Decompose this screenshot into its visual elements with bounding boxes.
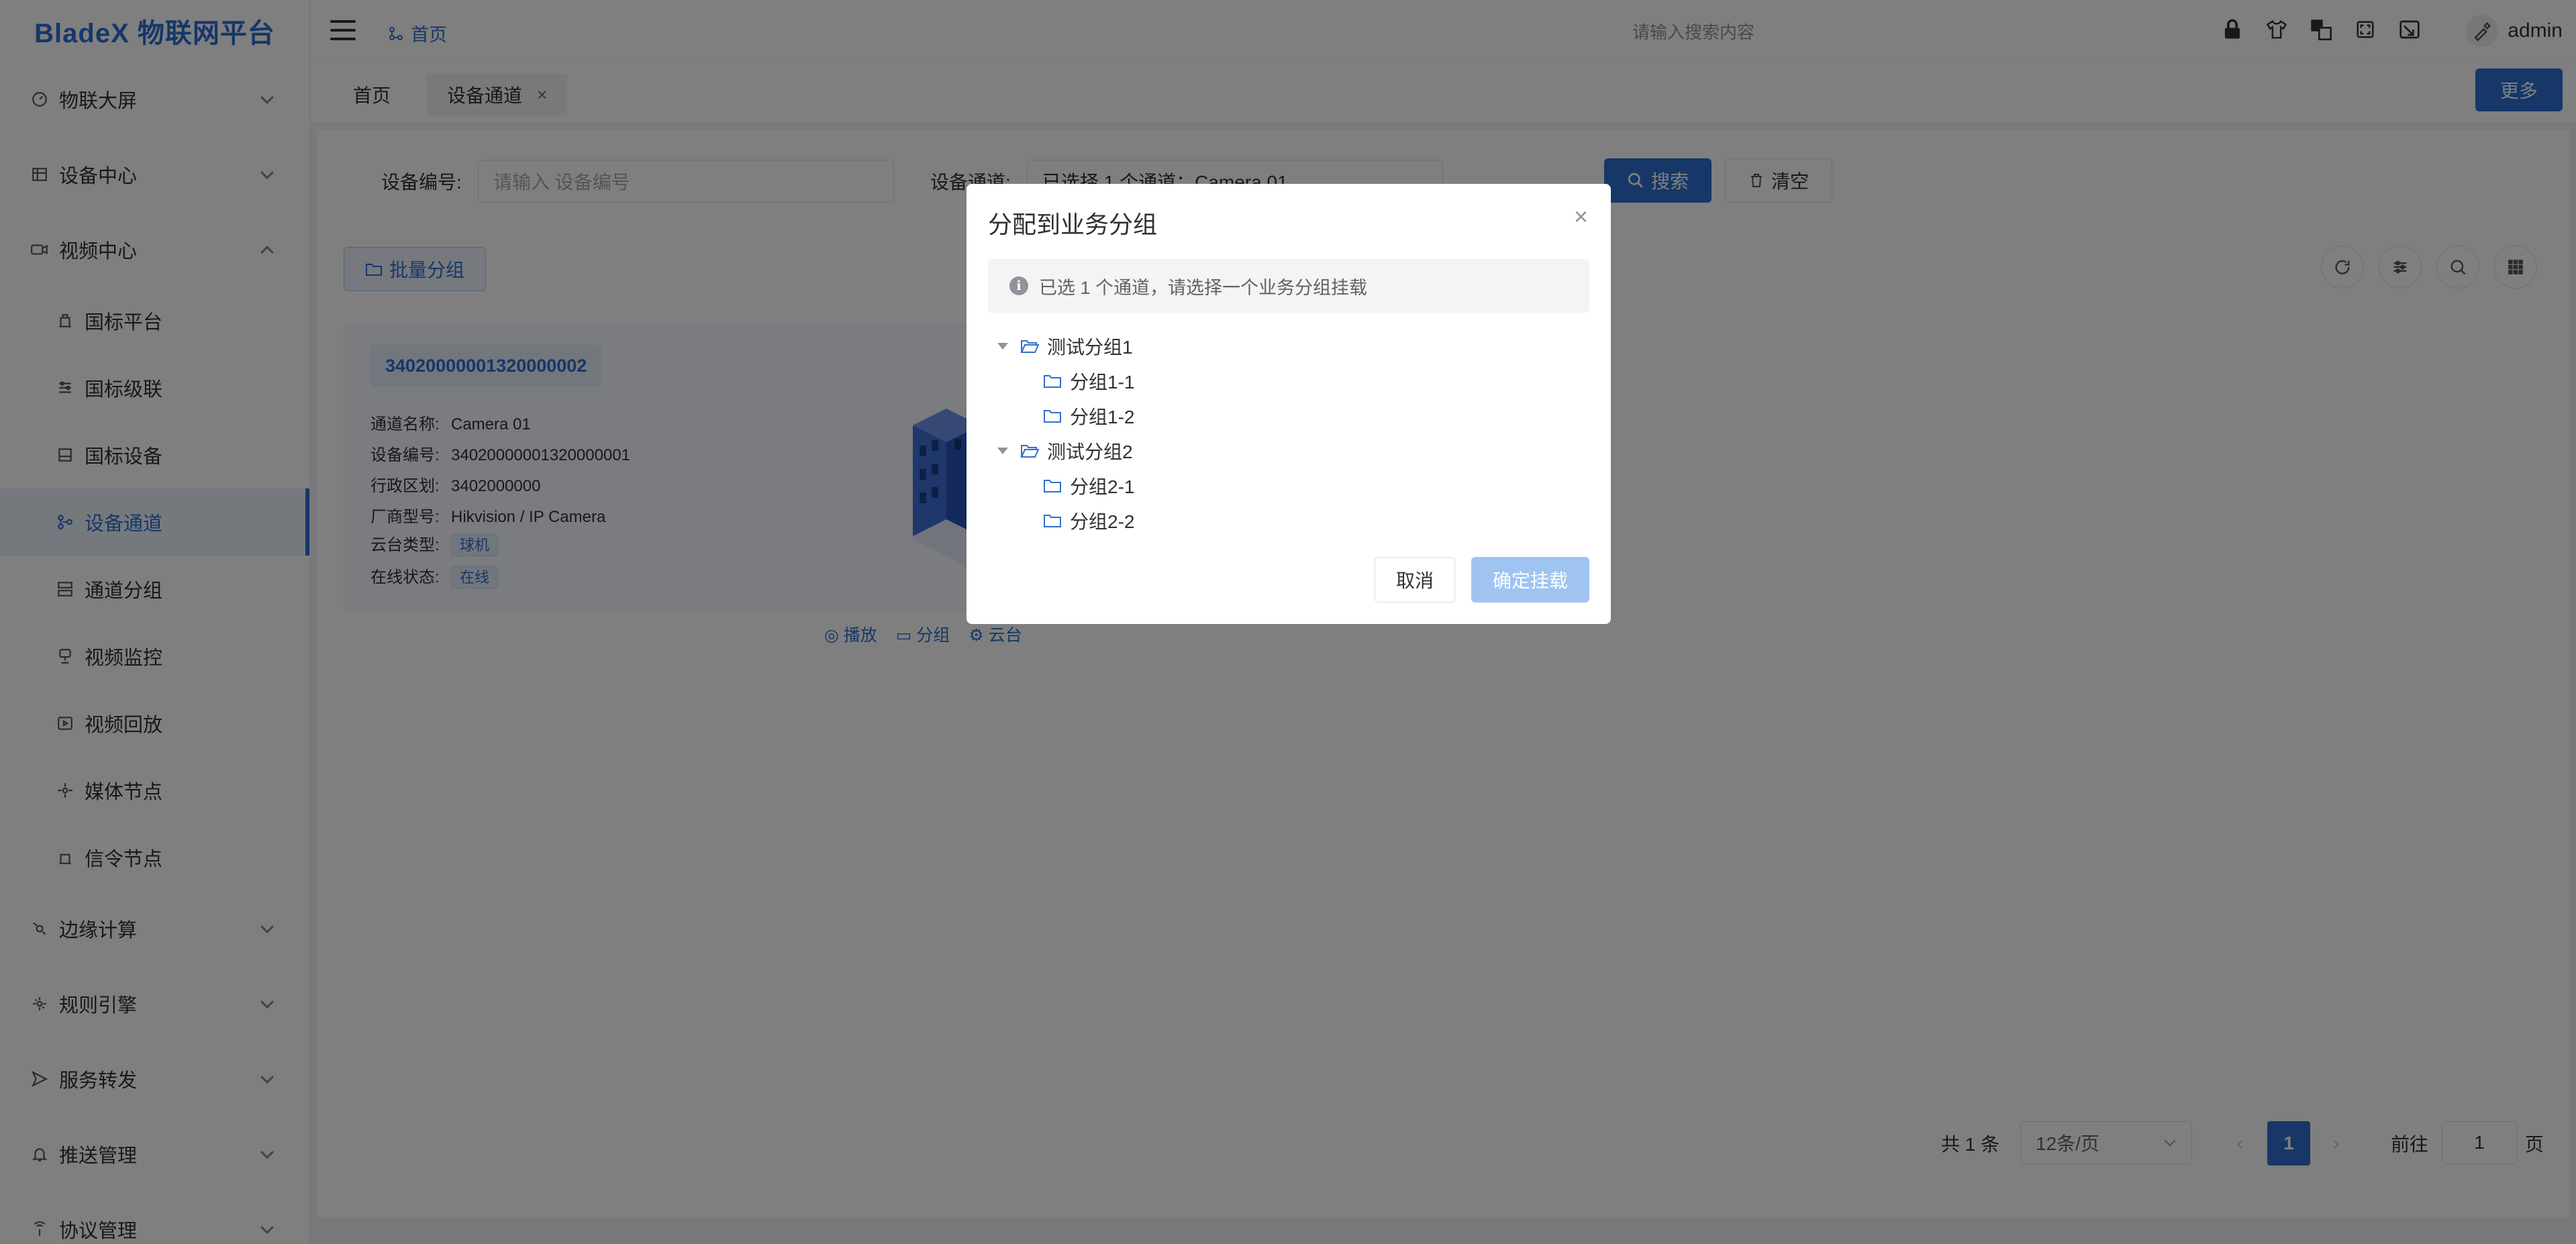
caret-down-icon[interactable] <box>997 343 1008 350</box>
tree-node-label: 分组1-1 <box>1070 372 1135 393</box>
caret-down-icon[interactable] <box>997 448 1008 454</box>
tree-node-label: 分组2-2 <box>1070 511 1135 532</box>
dialog-info-alert: i 已选 1 个通道，请选择一个业务分组挂载 <box>988 259 1589 313</box>
app-root: BladeX 物联网平台 物联大屏 设备中心 视频中心 国标平台 国标级联 国标… <box>0 0 2576 1244</box>
close-icon[interactable]: × <box>1574 203 1588 231</box>
dialog-info-text: 已选 1 个通道，请选择一个业务分组挂载 <box>1039 277 1368 298</box>
info-icon: i <box>1009 276 1028 295</box>
tree-node-label: 分组1-2 <box>1070 407 1135 427</box>
assign-group-dialog: 分配到业务分组 × i 已选 1 个通道，请选择一个业务分组挂载 测试分组1 分… <box>967 184 1611 624</box>
confirm-mount-button[interactable]: 确定挂载 <box>1471 557 1589 603</box>
folder-open-icon <box>1020 340 1039 353</box>
tree-node-label: 测试分组2 <box>1047 442 1133 462</box>
tree-node[interactable]: 分组2-1 <box>1043 468 1134 503</box>
tree-node[interactable]: 分组1-1 <box>1043 364 1134 399</box>
cancel-button[interactable]: 取消 <box>1375 557 1455 603</box>
tree-node[interactable]: 测试分组1 <box>997 329 1133 364</box>
folder-icon <box>1044 410 1061 423</box>
tree-node-label: 分组2-1 <box>1070 476 1135 497</box>
folder-icon <box>1044 480 1061 493</box>
tree-node[interactable]: 分组2-2 <box>1043 503 1134 538</box>
folder-icon <box>1044 515 1061 527</box>
folder-open-icon <box>1020 445 1039 458</box>
dialog-title: 分配到业务分组 <box>988 211 1158 238</box>
tree-node[interactable]: 测试分组2 <box>997 433 1133 468</box>
folder-icon <box>1044 375 1061 388</box>
tree-node-label: 测试分组1 <box>1047 337 1133 358</box>
tree-node[interactable]: 分组1-2 <box>1043 399 1134 433</box>
